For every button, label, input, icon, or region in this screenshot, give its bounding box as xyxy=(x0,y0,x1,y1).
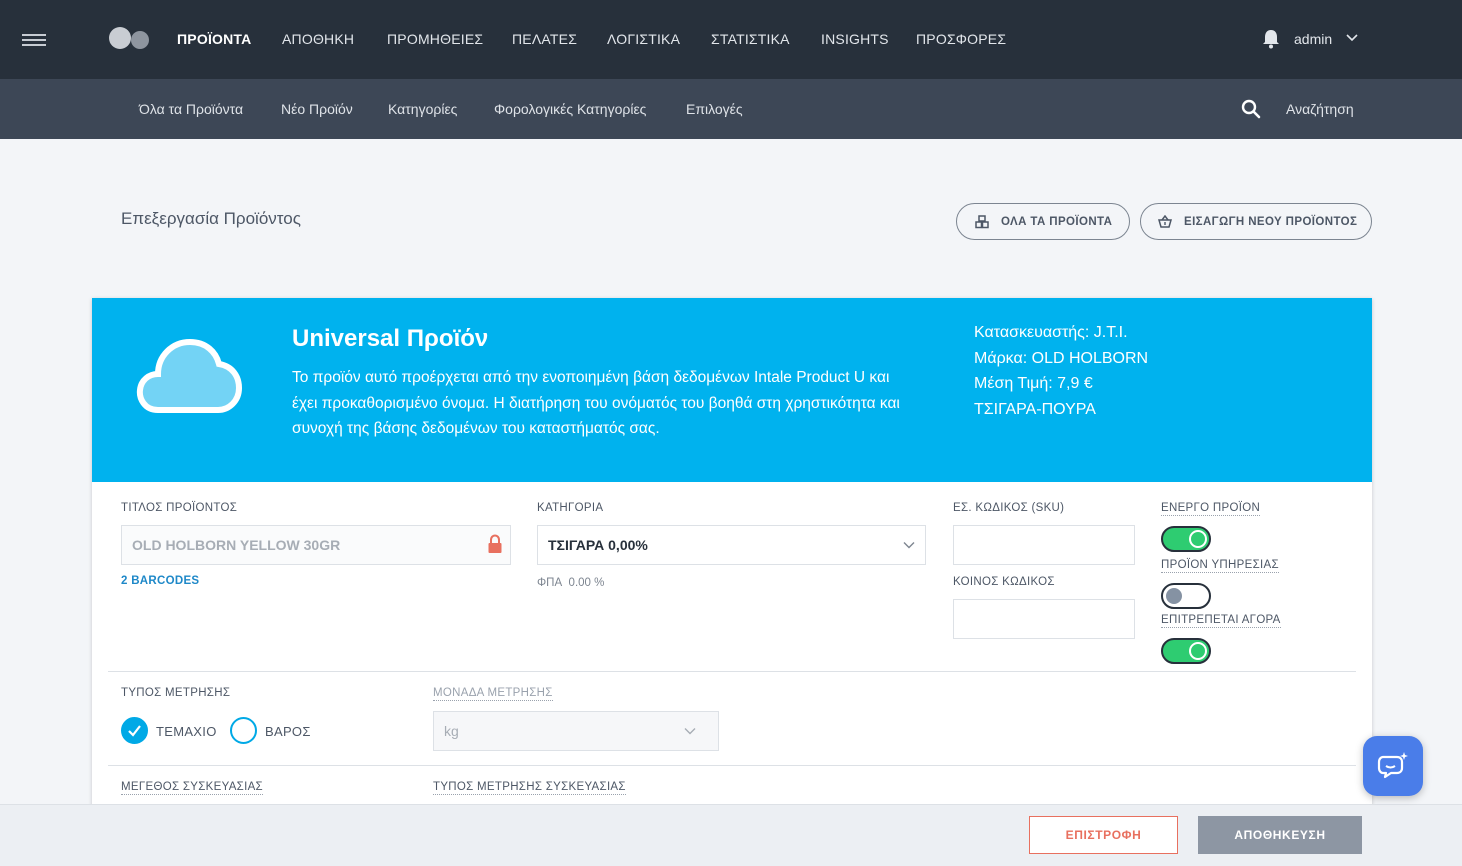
unit-label: ΜΟΝΑΔΑ ΜΕΤΡΗΣΗΣ xyxy=(433,687,553,701)
vat-value: 0.00 % xyxy=(568,577,605,589)
pack-measure-label: ΤΥΠΟΣ ΜΕΤΡΗΣΗΣ ΣΥΣΚΕΥΑΣΙΑΣ xyxy=(433,781,626,795)
user-menu[interactable]: admin xyxy=(1294,31,1332,47)
measure-type-label: ΤΥΠΟΣ ΜΕΤΡΗΣΗΣ xyxy=(121,687,231,699)
nav-warehouse[interactable]: ΑΠΟΘΗΚΗ xyxy=(282,31,354,47)
barcodes-link[interactable]: 2 BARCODES xyxy=(121,575,199,587)
all-products-button[interactable]: ΟΛΑ ΤΑ ΠΡΟΪΟΝΤΑ xyxy=(956,203,1130,240)
subnav-tax-categories[interactable]: Φορολογικές Κατηγορίες xyxy=(494,101,646,117)
sku-input[interactable] xyxy=(953,525,1135,565)
common-code-input[interactable] xyxy=(953,599,1135,639)
lock-icon xyxy=(488,534,502,553)
category-text: ΤΣΙΓΑΡΑ-ΠΟΥΡΑ xyxy=(974,400,1096,418)
chevron-down-icon xyxy=(903,542,915,549)
brand-text: Μάρκα: OLD HOLBORN xyxy=(974,349,1149,367)
nav-offers[interactable]: ΠΡΟΣΦΟΡΕΣ xyxy=(916,31,1006,47)
bell-icon[interactable] xyxy=(1262,29,1280,49)
nav-insights[interactable]: INSIGHTS xyxy=(821,31,889,47)
logo-icon xyxy=(109,27,149,49)
all-products-button-label: ΟΛΑ ΤΑ ΠΡΟΪΟΝΤΑ xyxy=(1001,215,1113,228)
basket-icon xyxy=(1158,215,1172,228)
pack-size-label: ΜΕΓΕΘΟΣ ΣΥΣΚΕΥΑΣΙΑΣ xyxy=(121,781,263,795)
vat-info: ΦΠΑ 0.00 % xyxy=(537,577,604,589)
title-input[interactable]: OLD HOLBORN YELLOW 30GR xyxy=(121,525,511,565)
nav-products[interactable]: ΠΡΟΪΟΝΤΑ xyxy=(177,31,251,47)
radio-piece-label: ΤΕΜΑΧΙΟ xyxy=(156,724,217,739)
radio-piece[interactable] xyxy=(121,717,148,744)
avg-price-text: Μέση Τιμή: 7,9 € xyxy=(974,375,1093,392)
search-link[interactable]: Αναζήτηση xyxy=(1286,101,1354,117)
check-icon xyxy=(128,725,141,737)
title-value: OLD HOLBORN YELLOW 30GR xyxy=(132,537,341,553)
sku-label: ΕΣ. ΚΩΔΙΚΟΣ (SKU) xyxy=(953,502,1065,514)
nav-accounting[interactable]: ΛΟΓΙΣΤΙΚΑ xyxy=(607,31,680,47)
category-select[interactable]: ΤΣΙΓΑΡΑ 0,00% xyxy=(537,525,926,565)
chevron-down-icon xyxy=(684,728,696,735)
hamburger-menu-icon[interactable] xyxy=(22,34,46,46)
radio-weight[interactable] xyxy=(230,717,257,744)
save-button[interactable]: ΑΠΟΘΗΚΕΥΣΗ xyxy=(1198,816,1362,854)
radio-weight-label: ΒΑΡΟΣ xyxy=(265,724,311,739)
chevron-down-icon[interactable] xyxy=(1346,33,1358,43)
cloud-icon xyxy=(136,338,242,413)
service-product-toggle[interactable] xyxy=(1161,583,1211,609)
manufacturer-text: Κατασκευαστής: J.T.I. xyxy=(974,324,1128,341)
subnav-options[interactable]: Επιλογές xyxy=(686,101,743,117)
product-meta: Κατασκευαστής: J.T.I. Μάρκα: OLD HOLBORN… xyxy=(974,320,1148,422)
service-product-label: ΠΡΟΪΟΝ ΥΠΗΡΕΣΙΑΣ xyxy=(1161,559,1279,573)
section-divider xyxy=(108,671,1356,672)
nav-supplies[interactable]: ΠΡΟΜΗΘΕΙΕΣ xyxy=(387,31,483,47)
unit-select[interactable]: kg xyxy=(433,711,719,751)
category-value: ΤΣΙΓΑΡΑ 0,00% xyxy=(548,537,648,553)
new-product-button[interactable]: ΕΙΣΑΓΩΓΗ ΝΕΟΥ ΠΡΟΪΟΝΤΟΣ xyxy=(1140,203,1372,240)
back-button[interactable]: ΕΠΙΣΤΡΟΦΗ xyxy=(1029,816,1178,854)
category-label: ΚΑΤΗΓΟΡΙΑ xyxy=(537,502,604,514)
banner-title: Universal Προϊόν xyxy=(292,325,489,352)
allow-purchase-label: ΕΠΙΤΡΕΠΕΤΑΙ ΑΓΟΡΑ xyxy=(1161,614,1281,628)
chat-bubble-icon xyxy=(1377,752,1408,779)
new-product-button-label: ΕΙΣΑΓΩΓΗ ΝΕΟΥ ΠΡΟΪΟΝΤΟΣ xyxy=(1184,215,1358,228)
nav-statistics[interactable]: ΣΤΑΤΙΣΤΙΚΑ xyxy=(711,31,790,47)
search-icon[interactable] xyxy=(1241,99,1261,119)
unit-value: kg xyxy=(444,723,459,739)
active-product-label: ΕΝΕΡΓΟ ΠΡΟΪΟΝ xyxy=(1161,502,1261,516)
subnav-categories[interactable]: Κατηγορίες xyxy=(388,101,457,117)
title-label: ΤΙΤΛΟΣ ΠΡΟΪΟΝΤΟΣ xyxy=(121,502,238,514)
boxes-icon xyxy=(975,214,989,228)
common-code-label: ΚΟΙΝΟΣ ΚΩΔΙΚΟΣ xyxy=(953,576,1055,588)
subnav-new-product[interactable]: Νέο Προϊόν xyxy=(281,101,353,117)
page-title: Επεξεργασία Προϊόντος xyxy=(121,209,301,228)
nav-customers[interactable]: ΠΕΛΑΤΕΣ xyxy=(512,31,577,47)
section-divider xyxy=(108,765,1356,766)
universal-product-banner: Universal Προϊόν Το προϊόν αυτό προέρχετ… xyxy=(92,298,1372,482)
active-product-toggle[interactable] xyxy=(1161,526,1211,552)
chat-widget-button[interactable] xyxy=(1363,736,1423,796)
vat-label: ΦΠΑ xyxy=(537,577,563,589)
allow-purchase-toggle[interactable] xyxy=(1161,638,1211,664)
banner-description: Το προϊόν αυτό προέρχεται από την ενοποι… xyxy=(292,369,900,437)
subnav-all-products[interactable]: Όλα τα Προϊόντα xyxy=(139,101,243,117)
